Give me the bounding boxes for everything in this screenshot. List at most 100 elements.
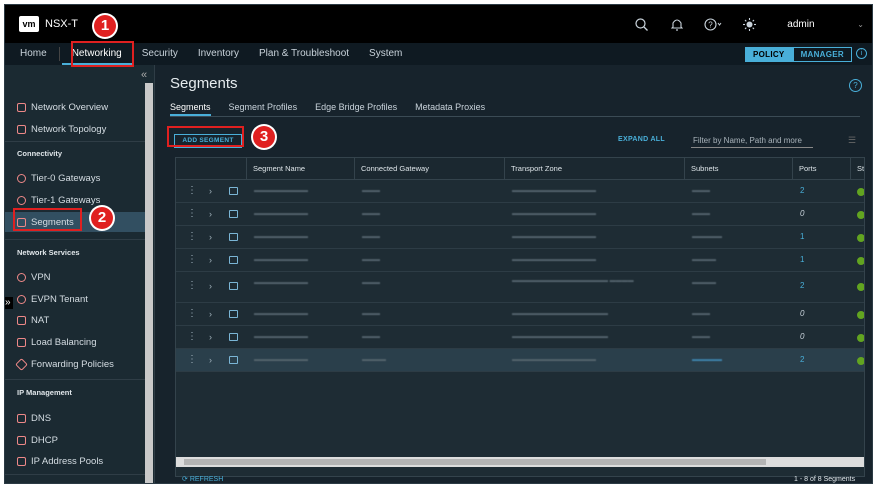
row-actions-icon[interactable]: ⋮ — [187, 331, 197, 342]
row-actions-icon[interactable]: ⋮ — [187, 208, 197, 219]
table-row[interactable]: ⋮ › ▬▬▬▬▬▬▬▬▬ ▬▬▬ ▬▬▬▬▬▬▬▬▬▬▬▬▬▬ ▬▬▬ 0 — [176, 203, 864, 226]
table-row[interactable]: ⋮ › ▬▬▬▬▬▬▬▬▬ ▬▬▬ ▬▬▬▬▬▬▬▬▬▬▬▬▬▬ ▬▬▬▬▬ 1 — [176, 226, 864, 249]
sidebar-item-network-overview[interactable]: Network Overview — [17, 98, 108, 116]
nav-plan-troubleshoot[interactable]: Plan & Troubleshoot — [249, 43, 359, 65]
column-header[interactable]: Connected Gateway — [354, 158, 504, 180]
chevron-right-icon[interactable]: › — [209, 232, 212, 242]
sidebar-item-ip-address-pools[interactable]: IP Address Pools — [17, 452, 103, 470]
search-icon[interactable] — [623, 5, 659, 43]
user-menu[interactable]: admin — [787, 19, 857, 30]
column-header[interactable]: Transport Zone — [504, 158, 684, 180]
ports-value[interactable]: 2 — [800, 355, 804, 364]
evpn-icon — [17, 294, 26, 304]
ports-value[interactable]: 2 — [800, 281, 804, 290]
redacted-cell: ▬▬▬▬▬ — [692, 234, 722, 240]
collapse-sidebar-icon[interactable]: « — [141, 69, 147, 81]
tab-metadata-proxies[interactable]: Metadata Proxies — [415, 99, 485, 116]
row-actions-icon[interactable]: ⋮ — [187, 280, 197, 291]
table-row[interactable]: ⋮ › ▬▬▬▬▬▬▬▬▬ ▬▬▬ ▬▬▬▬▬▬▬▬▬▬▬▬▬▬▬▬ ▬▬▬ 0 — [176, 326, 864, 349]
redacted-cell: ▬▬▬▬▬ — [692, 357, 722, 363]
chevron-right-icon[interactable]: › — [209, 281, 212, 291]
filter-icon[interactable]: ☰ — [848, 135, 856, 146]
segment-icon — [229, 333, 238, 341]
redacted-cell: ▬▬▬▬▬▬▬▬▬▬▬▬▬▬▬▬ — [512, 311, 608, 317]
expand-handle-icon[interactable]: » — [5, 297, 13, 309]
info-icon[interactable]: i — [856, 48, 867, 59]
tab-segment-profiles[interactable]: Segment Profiles — [229, 99, 298, 116]
filter-input[interactable] — [691, 133, 813, 148]
chevron-right-icon[interactable]: › — [209, 332, 212, 342]
refresh-button[interactable]: ⟳ REFRESH — [182, 475, 223, 483]
sidebar-item-vpn[interactable]: VPN — [17, 268, 51, 286]
segment-icon — [229, 310, 238, 318]
horizontal-scrollbar[interactable] — [176, 457, 864, 467]
ports-value[interactable]: 1 — [800, 232, 804, 241]
row-actions-icon[interactable]: ⋮ — [187, 308, 197, 319]
policy-mode-button[interactable]: POLICY — [744, 47, 793, 62]
theme-sun-icon[interactable] — [731, 5, 767, 43]
sidebar-item-forwarding-policies[interactable]: Forwarding Policies — [15, 355, 114, 373]
expand-all-button[interactable]: EXPAND ALL — [618, 136, 665, 143]
callout-box-segments — [13, 208, 82, 231]
table-row[interactable]: ⋮ › ▬▬▬▬▬▬▬▬▬ ▬▬▬ ▬▬▬▬▬▬▬▬▬▬▬▬▬▬ ▬▬▬▬ 1 — [176, 249, 864, 272]
sidebar-item-evpn-tenant[interactable]: EVPN Tenant — [17, 290, 88, 308]
chevron-right-icon[interactable]: › — [209, 355, 212, 365]
column-header[interactable]: St — [850, 158, 864, 180]
redacted-cell: ▬▬▬▬▬▬▬▬▬▬▬▬▬▬ — [512, 211, 596, 217]
nav-inventory[interactable]: Inventory — [188, 43, 249, 65]
chevron-right-icon[interactable]: › — [209, 209, 212, 219]
ports-value[interactable]: 2 — [800, 186, 804, 195]
sidebar-item-label: IP Address Pools — [31, 455, 104, 467]
row-actions-icon[interactable]: ⋮ — [187, 185, 197, 196]
table-row[interactable]: ⋮ › ▬▬▬▬▬▬▬▬▬ ▬▬▬▬ ▬▬▬▬▬▬▬▬▬▬▬▬▬▬ ▬▬▬▬▬ … — [176, 349, 864, 372]
sidebar-item-label: DHCP — [31, 434, 58, 446]
nav-system[interactable]: System — [359, 43, 412, 65]
row-actions-icon[interactable]: ⋮ — [187, 231, 197, 242]
svg-text:?: ? — [709, 20, 714, 29]
tab-edge-bridge-profiles[interactable]: Edge Bridge Profiles — [315, 99, 397, 116]
table-row[interactable]: ⋮ › ▬▬▬▬▬▬▬▬▬ ▬▬▬ ▬▬▬▬▬▬▬▬▬▬▬▬▬▬▬▬ ▬▬▬▬ … — [176, 272, 864, 303]
chevron-right-icon[interactable]: › — [209, 309, 212, 319]
row-actions-icon[interactable]: ⋮ — [187, 254, 197, 265]
ports-value[interactable]: 1 — [800, 255, 804, 264]
chevron-down-icon[interactable]: ⌄ — [857, 20, 864, 29]
redacted-cell: ▬▬▬ — [362, 188, 380, 194]
redacted-cell: ▬▬▬▬▬▬▬▬▬▬▬▬▬▬ — [512, 188, 596, 194]
row-actions-icon[interactable]: ⋮ — [187, 354, 197, 365]
table-row[interactable]: ⋮ › ▬▬▬▬▬▬▬▬▬ ▬▬▬ ▬▬▬▬▬▬▬▬▬▬▬▬▬▬▬▬ ▬▬▬ 0 — [176, 303, 864, 326]
bell-icon[interactable] — [659, 5, 695, 43]
column-header[interactable]: Subnets — [684, 158, 792, 180]
table-row[interactable]: ⋮ › ▬▬▬▬▬▬▬▬▬ ▬▬▬ ▬▬▬▬▬▬▬▬▬▬▬▬▬▬ ▬▬▬ 2 — [176, 180, 864, 203]
scrollbar-thumb[interactable] — [184, 459, 766, 465]
chevron-right-icon[interactable]: › — [209, 255, 212, 265]
sidebar-item-load-balancing[interactable]: Load Balancing — [17, 333, 97, 351]
help-menu-icon[interactable]: ? — [695, 5, 731, 43]
sidebar-item-dns[interactable]: DNS — [17, 409, 51, 427]
status-ok-icon — [857, 283, 864, 291]
redacted-cell: ▬▬▬ — [362, 311, 380, 317]
nav-security[interactable]: Security — [132, 43, 188, 65]
refresh-icon: ⟳ — [182, 476, 190, 483]
nav-home[interactable]: Home — [10, 43, 57, 65]
help-icon[interactable]: ? — [849, 79, 862, 92]
sidebar-item-network-topology[interactable]: Network Topology — [17, 120, 106, 138]
sidebar-section-ip-management: IP Management — [17, 388, 72, 397]
column-header[interactable]: Ports — [792, 158, 850, 180]
sidebar-item-tier0-gateways[interactable]: Tier-0 Gateways — [17, 169, 100, 187]
app-title: NSX-T — [45, 18, 78, 30]
ip-pool-icon — [17, 456, 26, 466]
sidebar-item-tier1-gateways[interactable]: Tier-1 Gateways — [17, 191, 100, 209]
sidebar-item-dhcp[interactable]: DHCP — [17, 431, 58, 449]
ports-value: 0 — [800, 309, 805, 318]
forwarding-icon — [15, 357, 28, 371]
sidebar-item-label: NAT — [31, 314, 50, 326]
chevron-right-icon[interactable]: › — [209, 186, 212, 196]
sidebar-item-nat[interactable]: NAT — [17, 311, 49, 329]
redacted-cell: ▬▬▬▬▬▬▬▬▬ — [254, 334, 308, 340]
sidebar-scrollbar[interactable] — [145, 83, 153, 483]
tab-segments[interactable]: Segments — [170, 99, 211, 116]
manager-mode-button[interactable]: MANAGER — [792, 47, 852, 62]
sidebar-item-label: Network Topology — [31, 123, 107, 135]
redacted-cell: ▬▬▬ — [692, 311, 710, 317]
column-header[interactable]: Segment Name — [246, 158, 354, 180]
